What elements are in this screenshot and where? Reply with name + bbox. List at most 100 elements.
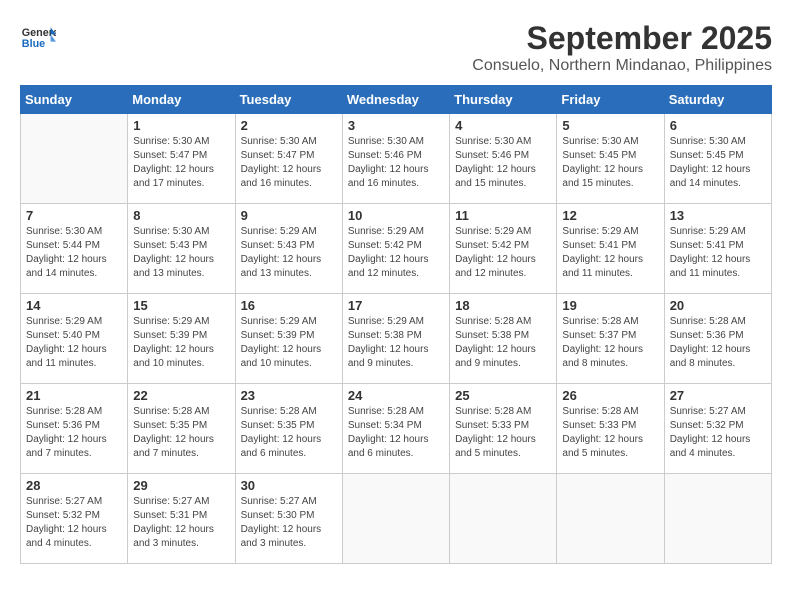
day-info: Sunrise: 5:28 AMSunset: 5:35 PMDaylight:… [241,405,337,461]
month-year: September 2025 [472,20,772,57]
day-number: 5 [562,118,658,133]
day-info: Sunrise: 5:30 AMSunset: 5:47 PMDaylight:… [241,135,337,191]
day-number: 26 [562,388,658,403]
day-info: Sunrise: 5:29 AMSunset: 5:41 PMDaylight:… [670,225,766,281]
calendar-cell: 21 Sunrise: 5:28 AMSunset: 5:36 PMDayligh… [21,384,128,474]
day-number: 14 [26,298,122,313]
calendar-cell: 12 Sunrise: 5:29 AMSunset: 5:41 PMDayligh… [557,204,664,294]
day-number: 16 [241,298,337,313]
calendar-cell: 11 Sunrise: 5:29 AMSunset: 5:42 PMDayligh… [450,204,557,294]
calendar-cell: 3 Sunrise: 5:30 AMSunset: 5:46 PMDaylight… [342,114,449,204]
day-number: 6 [670,118,766,133]
day-info: Sunrise: 5:29 AMSunset: 5:38 PMDaylight:… [348,315,444,371]
weekday-header-tuesday: Tuesday [235,86,342,114]
day-info: Sunrise: 5:29 AMSunset: 5:40 PMDaylight:… [26,315,122,371]
day-info: Sunrise: 5:27 AMSunset: 5:32 PMDaylight:… [670,405,766,461]
day-info: Sunrise: 5:30 AMSunset: 5:45 PMDaylight:… [562,135,658,191]
calendar-cell: 14 Sunrise: 5:29 AMSunset: 5:40 PMDayligh… [21,294,128,384]
day-info: Sunrise: 5:27 AMSunset: 5:30 PMDaylight:… [241,495,337,551]
day-info: Sunrise: 5:28 AMSunset: 5:35 PMDaylight:… [133,405,229,461]
day-number: 29 [133,478,229,493]
calendar-cell: 15 Sunrise: 5:29 AMSunset: 5:39 PMDayligh… [128,294,235,384]
week-row-2: 7 Sunrise: 5:30 AMSunset: 5:44 PMDaylight… [21,204,772,294]
weekday-header-saturday: Saturday [664,86,771,114]
day-info: Sunrise: 5:28 AMSunset: 5:36 PMDaylight:… [26,405,122,461]
calendar-cell: 24 Sunrise: 5:28 AMSunset: 5:34 PMDayligh… [342,384,449,474]
day-info: Sunrise: 5:28 AMSunset: 5:33 PMDaylight:… [455,405,551,461]
calendar: SundayMondayTuesdayWednesdayThursdayFrid… [20,85,772,564]
calendar-cell: 10 Sunrise: 5:29 AMSunset: 5:42 PMDayligh… [342,204,449,294]
calendar-cell: 26 Sunrise: 5:28 AMSunset: 5:33 PMDayligh… [557,384,664,474]
calendar-cell: 30 Sunrise: 5:27 AMSunset: 5:30 PMDayligh… [235,474,342,564]
day-info: Sunrise: 5:29 AMSunset: 5:39 PMDaylight:… [133,315,229,371]
svg-text:Blue: Blue [22,38,45,50]
day-number: 23 [241,388,337,403]
calendar-cell: 6 Sunrise: 5:30 AMSunset: 5:45 PMDaylight… [664,114,771,204]
calendar-cell [664,474,771,564]
weekday-header-monday: Monday [128,86,235,114]
day-info: Sunrise: 5:28 AMSunset: 5:38 PMDaylight:… [455,315,551,371]
day-info: Sunrise: 5:27 AMSunset: 5:32 PMDaylight:… [26,495,122,551]
title-section: September 2025 Consuelo, Northern Mindan… [472,20,772,75]
location: Consuelo, Northern Mindanao, Philippines [472,57,772,75]
day-number: 8 [133,208,229,223]
calendar-cell: 9Sunrise: 5:29 AMSunset: 5:43 PMDaylight… [235,204,342,294]
week-row-5: 28 Sunrise: 5:27 AMSunset: 5:32 PMDayligh… [21,474,772,564]
day-info: Sunrise: 5:30 AMSunset: 5:47 PMDaylight:… [133,135,229,191]
day-number: 17 [348,298,444,313]
calendar-cell: 19 Sunrise: 5:28 AMSunset: 5:37 PMDayligh… [557,294,664,384]
day-info: Sunrise: 5:29 AMSunset: 5:42 PMDaylight:… [348,225,444,281]
weekday-header-friday: Friday [557,86,664,114]
day-info: Sunrise: 5:29 AMSunset: 5:42 PMDaylight:… [455,225,551,281]
calendar-cell [21,114,128,204]
day-number: 9 [241,208,337,223]
calendar-cell: 28 Sunrise: 5:27 AMSunset: 5:32 PMDayligh… [21,474,128,564]
day-number: 2 [241,118,337,133]
day-number: 28 [26,478,122,493]
day-number: 3 [348,118,444,133]
day-info: Sunrise: 5:28 AMSunset: 5:34 PMDaylight:… [348,405,444,461]
day-number: 30 [241,478,337,493]
calendar-cell: 27 Sunrise: 5:27 AMSunset: 5:32 PMDayligh… [664,384,771,474]
weekday-header-row: SundayMondayTuesdayWednesdayThursdayFrid… [21,86,772,114]
day-number: 24 [348,388,444,403]
day-number: 11 [455,208,551,223]
calendar-cell [557,474,664,564]
calendar-cell: 13 Sunrise: 5:29 AMSunset: 5:41 PMDayligh… [664,204,771,294]
calendar-cell: 22 Sunrise: 5:28 AMSunset: 5:35 PMDayligh… [128,384,235,474]
calendar-cell: 1 Sunrise: 5:30 AMSunset: 5:47 PMDaylight… [128,114,235,204]
day-number: 13 [670,208,766,223]
weekday-header-thursday: Thursday [450,86,557,114]
day-number: 21 [26,388,122,403]
calendar-cell: 5 Sunrise: 5:30 AMSunset: 5:45 PMDaylight… [557,114,664,204]
weekday-header-sunday: Sunday [21,86,128,114]
day-number: 22 [133,388,229,403]
day-info: Sunrise: 5:29 AMSunset: 5:41 PMDaylight:… [562,225,658,281]
calendar-cell: 25Sunrise: 5:28 AMSunset: 5:33 PMDayligh… [450,384,557,474]
day-number: 10 [348,208,444,223]
day-number: 19 [562,298,658,313]
day-number: 15 [133,298,229,313]
calendar-cell: 18Sunrise: 5:28 AMSunset: 5:38 PMDayligh… [450,294,557,384]
day-info: Sunrise: 5:30 AMSunset: 5:44 PMDaylight:… [26,225,122,281]
day-number: 12 [562,208,658,223]
day-info: Sunrise: 5:28 AMSunset: 5:36 PMDaylight:… [670,315,766,371]
day-number: 27 [670,388,766,403]
day-number: 1 [133,118,229,133]
calendar-cell: 8Sunrise: 5:30 AMSunset: 5:43 PMDaylight… [128,204,235,294]
day-info: Sunrise: 5:28 AMSunset: 5:37 PMDaylight:… [562,315,658,371]
calendar-cell: 29 Sunrise: 5:27 AMSunset: 5:31 PMDayligh… [128,474,235,564]
calendar-cell: 4Sunrise: 5:30 AMSunset: 5:46 PMDaylight… [450,114,557,204]
week-row-4: 21 Sunrise: 5:28 AMSunset: 5:36 PMDayligh… [21,384,772,474]
day-info: Sunrise: 5:27 AMSunset: 5:31 PMDaylight:… [133,495,229,551]
week-row-1: 1 Sunrise: 5:30 AMSunset: 5:47 PMDaylight… [21,114,772,204]
day-info: Sunrise: 5:28 AMSunset: 5:33 PMDaylight:… [562,405,658,461]
day-info: Sunrise: 5:30 AMSunset: 5:45 PMDaylight:… [670,135,766,191]
day-number: 20 [670,298,766,313]
calendar-cell [450,474,557,564]
day-info: Sunrise: 5:29 AMSunset: 5:39 PMDaylight:… [241,315,337,371]
day-number: 7 [26,208,122,223]
weekday-header-wednesday: Wednesday [342,86,449,114]
calendar-cell: 2 Sunrise: 5:30 AMSunset: 5:47 PMDaylight… [235,114,342,204]
day-info: Sunrise: 5:30 AMSunset: 5:46 PMDaylight:… [348,135,444,191]
